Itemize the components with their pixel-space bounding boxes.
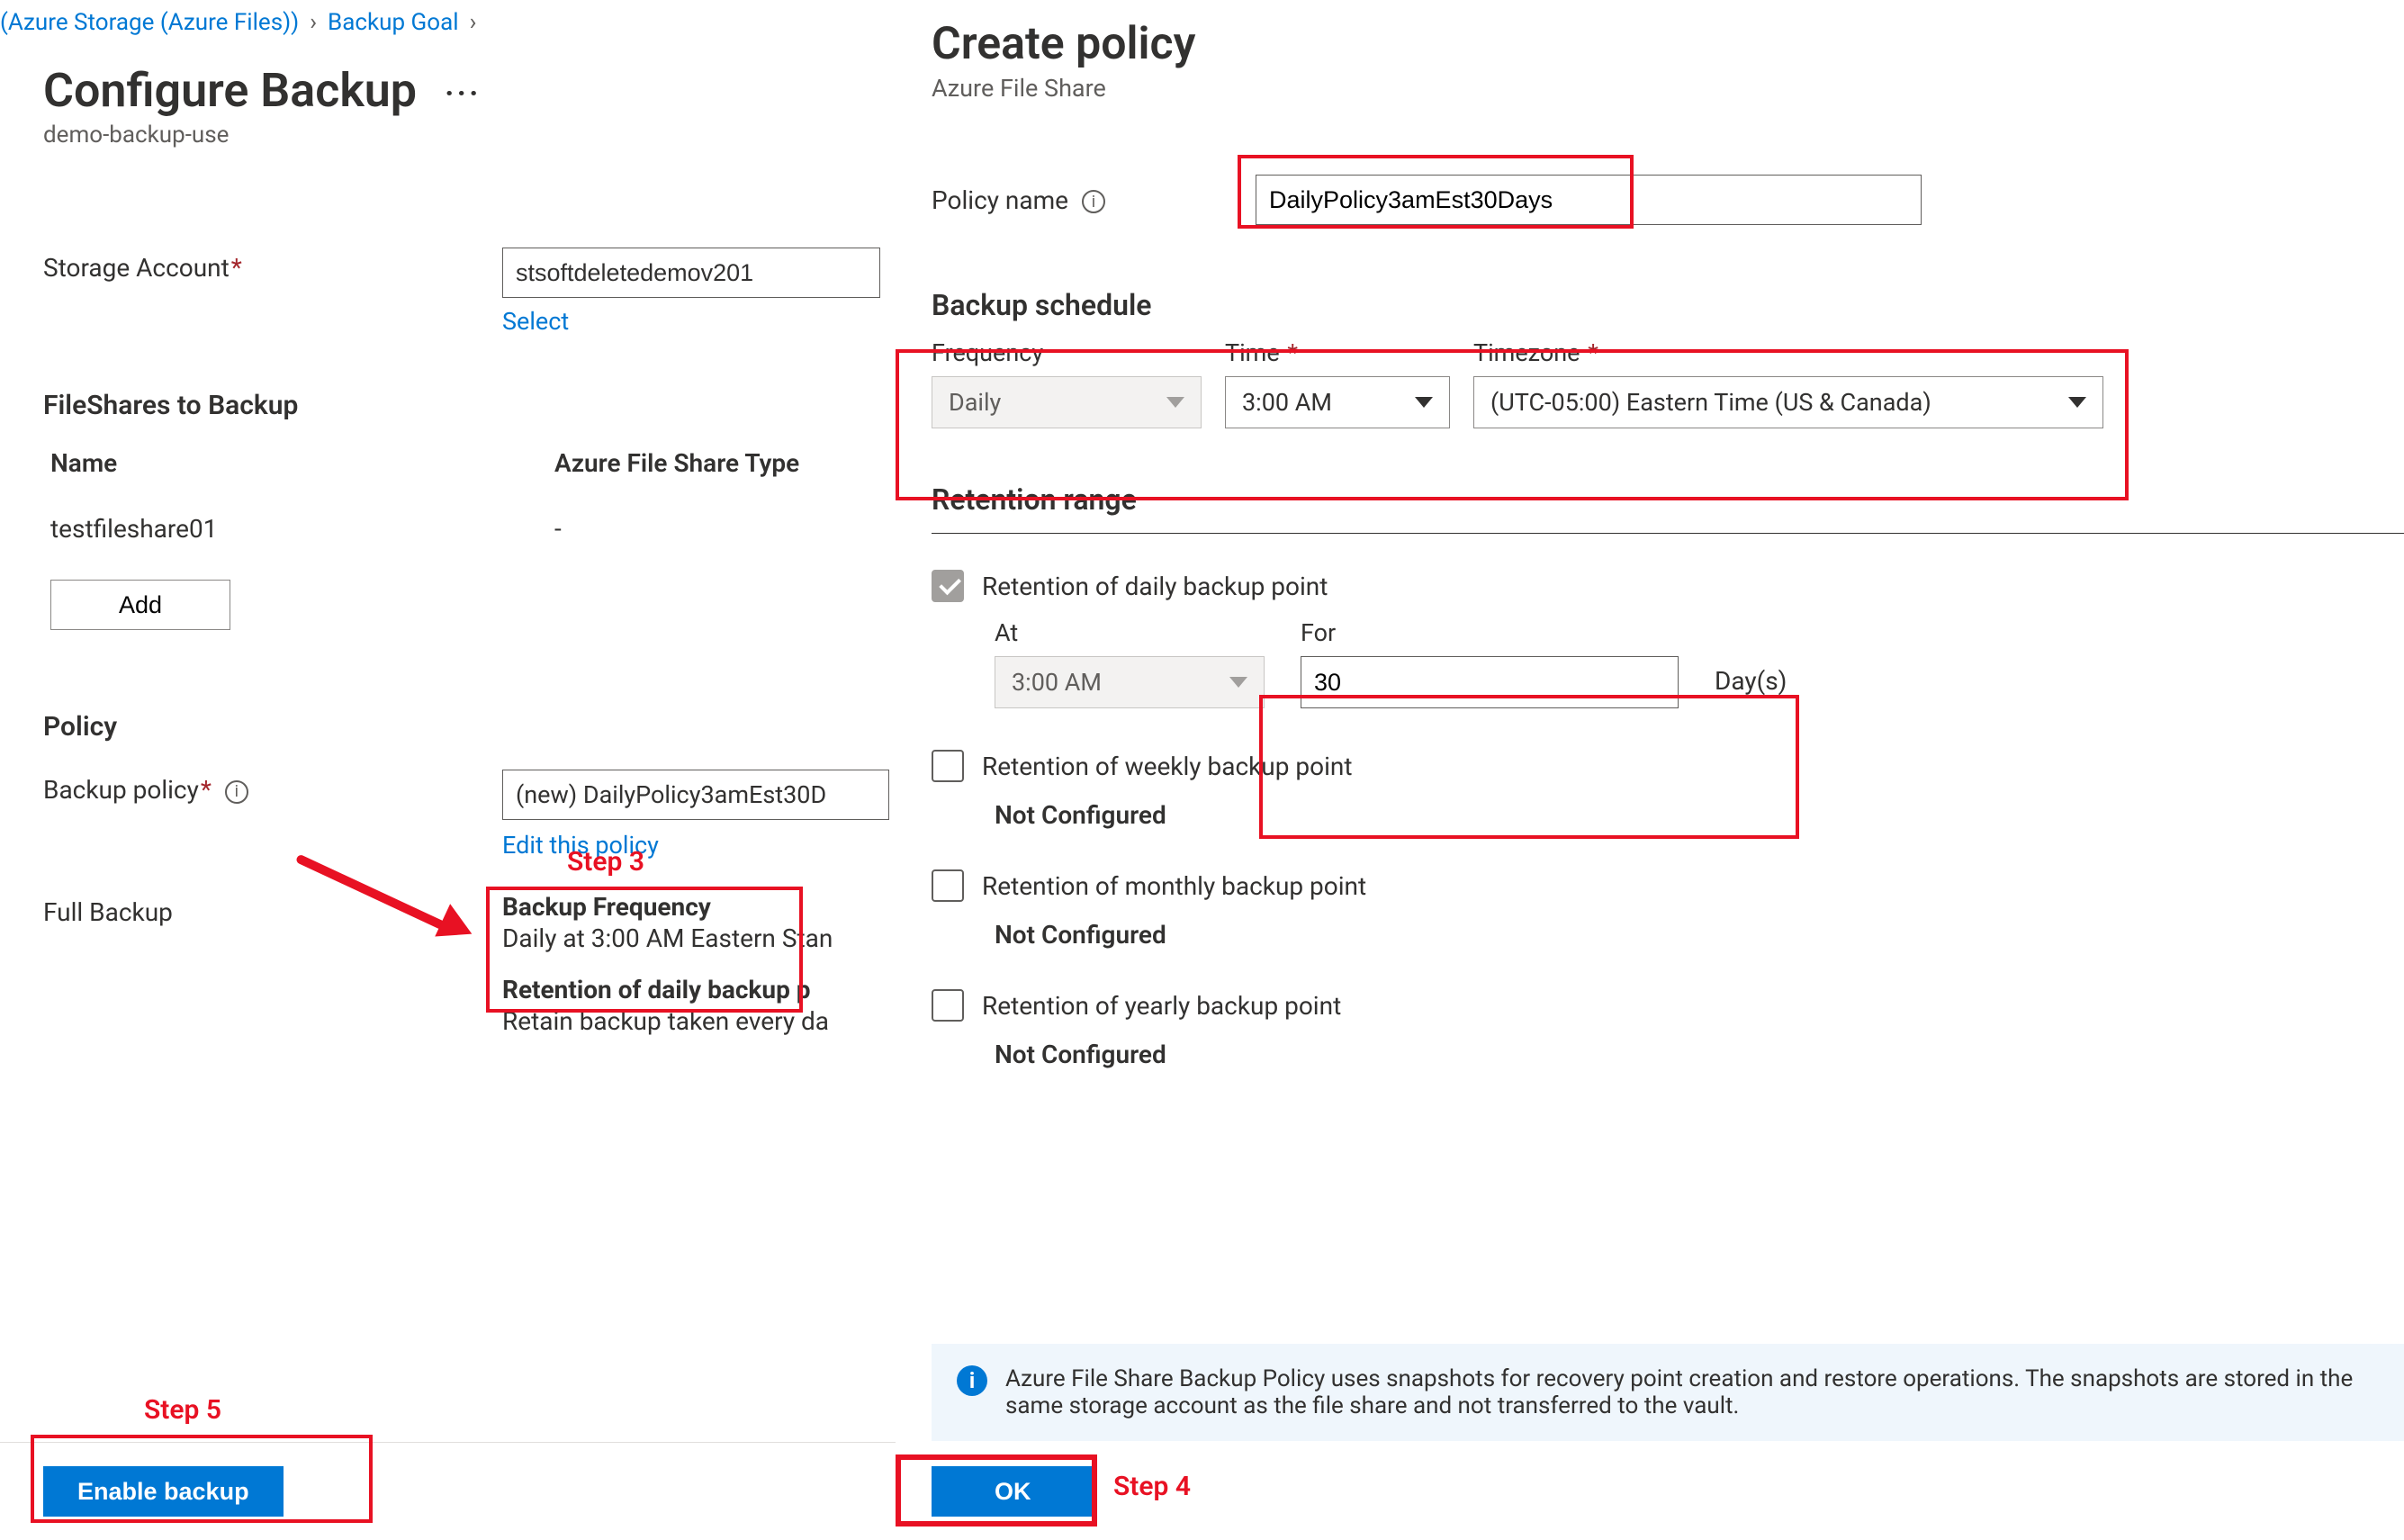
breadcrumb-item-storage[interactable]: (Azure Storage (Azure Files)) [0,9,299,36]
retention-yearly-checkbox[interactable] [932,989,964,1022]
policy-name-input[interactable] [1256,175,1922,225]
enable-backup-button[interactable]: Enable backup [43,1466,284,1517]
retention-daily-checkbox [932,570,964,602]
create-policy-title: Create policy [932,18,2404,70]
info-icon[interactable]: i [1082,190,1105,213]
backup-policy-label: Backup policy* i [43,770,502,805]
at-dropdown: 3:00 AM [995,656,1265,708]
cell-type: - [554,514,562,544]
column-name: Name [50,448,554,478]
time-dropdown[interactable]: 3:00 AM [1225,376,1450,428]
for-unit: Day(s) [1715,666,1787,708]
info-icon[interactable]: i [225,780,248,804]
backup-schedule-heading: Backup schedule [932,288,2404,322]
cell-name: testfileshare01 [50,514,554,544]
backup-frequency-text: Daily at 3:00 AM Eastern Stan [502,923,833,953]
page-title: Configure Backup ··· [43,63,896,118]
backup-frequency-heading: Backup Frequency [502,892,833,922]
info-icon: i [957,1365,987,1396]
frequency-dropdown: Daily [932,376,1202,428]
divider [932,533,2404,534]
chevron-down-icon [2068,397,2086,408]
storage-account-input[interactable] [502,248,880,298]
table-row: testfileshare01 - [50,514,860,544]
retention-daily-label: Retention of daily backup point [982,572,1328,601]
timezone-label: Timezone * [1473,338,2103,367]
chevron-down-icon [1166,397,1184,408]
at-label: At [995,618,1265,647]
breadcrumb-item-goal[interactable]: Backup Goal [328,9,459,36]
backup-policy-select[interactable]: (new) DailyPolicy3amEst30D [502,770,889,820]
select-storage-link[interactable]: Select [502,307,880,336]
retention-text: Retain backup taken every da [502,1006,833,1036]
time-label: Time * [1225,338,1450,367]
retention-yearly-label: Retention of yearly backup point [982,991,1341,1021]
ok-button[interactable]: OK [932,1466,1094,1517]
fileshares-heading: FileShares to Backup [43,390,896,421]
retention-weekly-checkbox[interactable] [932,750,964,782]
add-button[interactable]: Add [50,580,230,630]
retention-weekly-label: Retention of weekly backup point [982,752,1353,781]
yearly-not-configured: Not Configured [995,1040,2404,1069]
chevron-down-icon [1229,677,1247,688]
chevron-down-icon [1415,397,1433,408]
policy-name-label: Policy name i [932,185,1256,215]
page-subtitle: demo-backup-use [43,122,896,149]
frequency-label: Frequency [932,338,1202,367]
retention-range-heading: Retention range [932,482,2404,517]
column-type: Azure File Share Type [554,448,799,478]
for-label: For [1301,618,1679,647]
retention-monthly-checkbox[interactable] [932,869,964,902]
for-days-input[interactable] [1301,656,1679,708]
weekly-not-configured: Not Configured [995,800,2404,830]
annotation-step5: Step 5 [144,1394,221,1426]
policy-heading: Policy [43,711,896,743]
chevron-right-icon: › [470,9,477,36]
more-actions-button[interactable]: ··· [445,75,482,113]
breadcrumb: (Azure Storage (Azure Files)) › Backup G… [0,9,896,36]
full-backup-label: Full Backup [43,892,502,927]
edit-policy-link[interactable]: Edit this policy [502,831,889,860]
timezone-dropdown[interactable]: (UTC-05:00) Eastern Time (US & Canada) [1473,376,2103,428]
info-bar: i Azure File Share Backup Policy uses sn… [932,1344,2404,1441]
monthly-not-configured: Not Configured [995,920,2404,950]
retention-heading: Retention of daily backup p [502,975,833,1004]
storage-account-label: Storage Account* [43,248,502,283]
chevron-right-icon: › [310,9,317,36]
retention-monthly-label: Retention of monthly backup point [982,871,1366,901]
table-header: Name Azure File Share Type [50,448,860,478]
info-bar-text: Azure File Share Backup Policy uses snap… [1005,1365,2379,1419]
create-policy-subtitle: Azure File Share [932,74,2404,103]
